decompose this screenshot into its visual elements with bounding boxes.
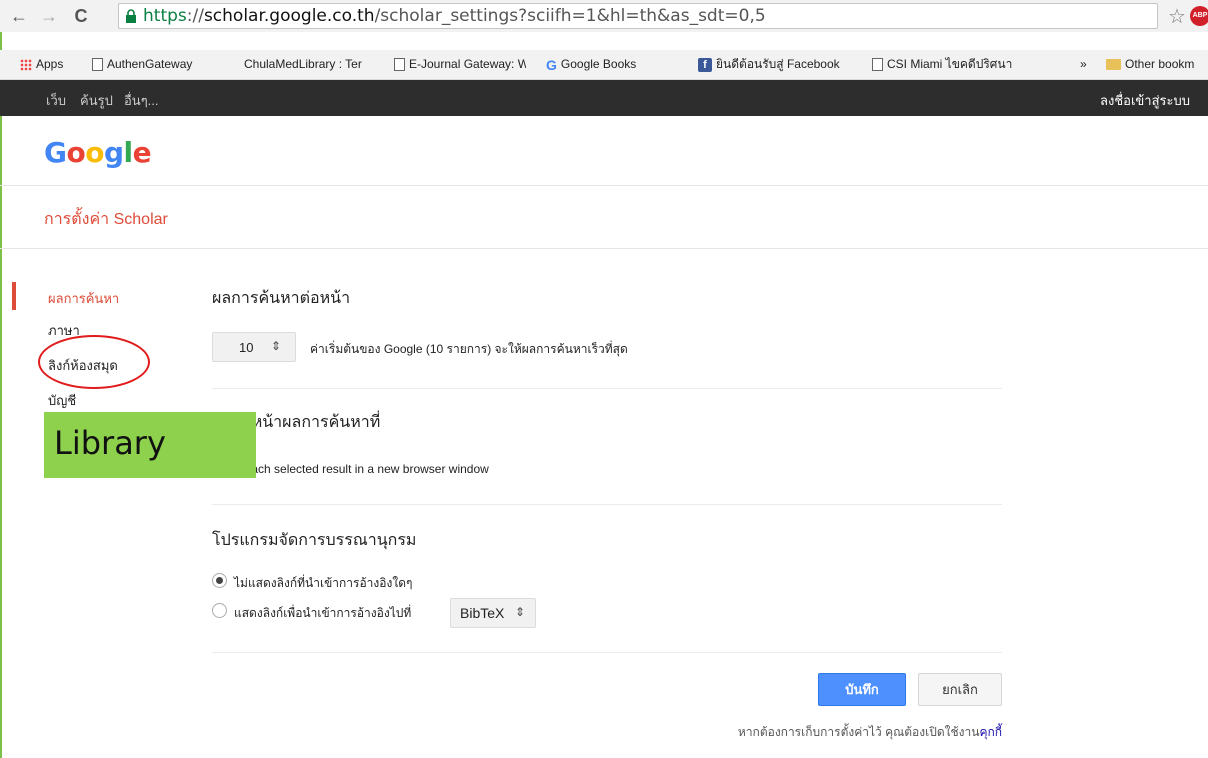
bookmarks-overflow-chevron[interactable]: » (1080, 55, 1094, 73)
gbar-item-images[interactable]: ค้นรูป (80, 90, 113, 111)
apps-grid-icon (20, 58, 32, 71)
red-circle-annotation (38, 335, 150, 389)
updown-arrow-icon: ⇕ (515, 605, 526, 619)
library-annotation-box: Library (44, 412, 256, 478)
page-title: การตั้งค่า Scholar (44, 211, 168, 228)
bookmark-facebook[interactable]: f ยินดีต้อนรับสู่ Facebook (698, 55, 856, 73)
reload-icon[interactable]: C (70, 4, 92, 28)
google-logo[interactable]: Google (44, 136, 152, 169)
bookmark-star-icon[interactable]: ☆ (1168, 4, 1186, 29)
cancel-button[interactable]: ยกเลิก (918, 673, 1002, 706)
sidebar-item-account[interactable]: บัญชี (48, 390, 76, 411)
results-per-page-select[interactable]: 10 ⇕ (212, 332, 296, 362)
folder-icon (1106, 59, 1121, 71)
google-top-bar: เว็บ ค้นรูป อื่นๆ... ลงชื่อเข้าสู่ระบบ (0, 80, 1208, 116)
bookmark-other-folder[interactable]: Other bookm (1106, 55, 1208, 73)
adblock-icon[interactable]: ABP (1190, 6, 1208, 26)
lock-icon (126, 9, 136, 23)
cookie-link[interactable]: คุกกี้ (979, 725, 1002, 739)
bookmark-chulamedlibrary[interactable]: ChulaMedLibrary : Ter (244, 55, 382, 73)
show-citation-links-label: แสดงลิงก์เพื่อนำเข้าการอ้างอิงไปที่ (234, 606, 412, 620)
save-button[interactable]: บันทึก (818, 673, 906, 706)
back-arrow-icon[interactable]: ← (8, 4, 30, 28)
url-text: https://scholar.google.co.th/scholar_set… (143, 6, 766, 26)
bookmarks-bar: Apps AuthenGateway ChulaMedLibrary : Ter… (0, 50, 1208, 80)
gbar-item-web[interactable]: เว็บ (46, 90, 66, 111)
page-icon (394, 58, 405, 72)
section-divider (212, 388, 1002, 389)
bookmark-ejournal-gateway[interactable]: E-Journal Gateway: W (394, 55, 526, 73)
bookmark-apps[interactable]: Apps (20, 55, 82, 73)
sidebar-active-indicator (12, 282, 16, 310)
cookie-note: หากต้องการเก็บการตั้งค่าไว้ คุณต้องเปิดใ… (737, 725, 1002, 739)
google-g-icon: G (546, 56, 557, 73)
bookmark-csi-miami[interactable]: CSI Miami ไขคดีปริศนา (872, 55, 1032, 73)
bookmark-authengateway[interactable]: AuthenGateway (92, 55, 232, 73)
browser-toolbar: ← → C https://scholar.google.co.th/schol… (0, 0, 1208, 32)
address-bar[interactable]: https://scholar.google.co.th/scholar_set… (118, 3, 1158, 29)
bookmark-google-books[interactable]: G Google Books (546, 55, 686, 73)
header-divider (0, 185, 1208, 186)
facebook-icon: f (698, 57, 712, 72)
forward-arrow-icon[interactable]: → (38, 4, 60, 28)
results-per-page-heading: ผลการค้นหาต่อหน้า (212, 290, 351, 307)
radio-no-citation-links[interactable] (212, 573, 227, 588)
section-divider (212, 504, 1002, 505)
sidebar-item-results[interactable]: ผลการค้นหา (48, 288, 119, 309)
gbar-item-more[interactable]: อื่นๆ... (124, 90, 159, 111)
results-per-page-description: ค่าเริ่มต้นของ Google (10 รายการ) จะให้ผ… (310, 342, 628, 356)
no-citation-links-label: ไม่แสดงลิงก์ที่นำเข้าการอ้างอิงใดๆ (234, 576, 413, 590)
page-icon (92, 58, 103, 72)
title-divider (0, 248, 1208, 249)
page-icon (872, 58, 883, 72)
radio-show-citation-links[interactable] (212, 603, 227, 618)
sign-in-link[interactable]: ลงชื่อเข้าสู่ระบบ (1100, 90, 1190, 111)
bibliography-heading: โปรแกรมจัดการบรรณานุกรม (212, 532, 417, 549)
section-divider (212, 652, 1002, 653)
updown-arrow-icon: ⇕ (271, 339, 282, 353)
citation-format-select[interactable]: BibTeX ⇕ (450, 598, 536, 628)
library-annotation-label: Library (54, 424, 166, 462)
